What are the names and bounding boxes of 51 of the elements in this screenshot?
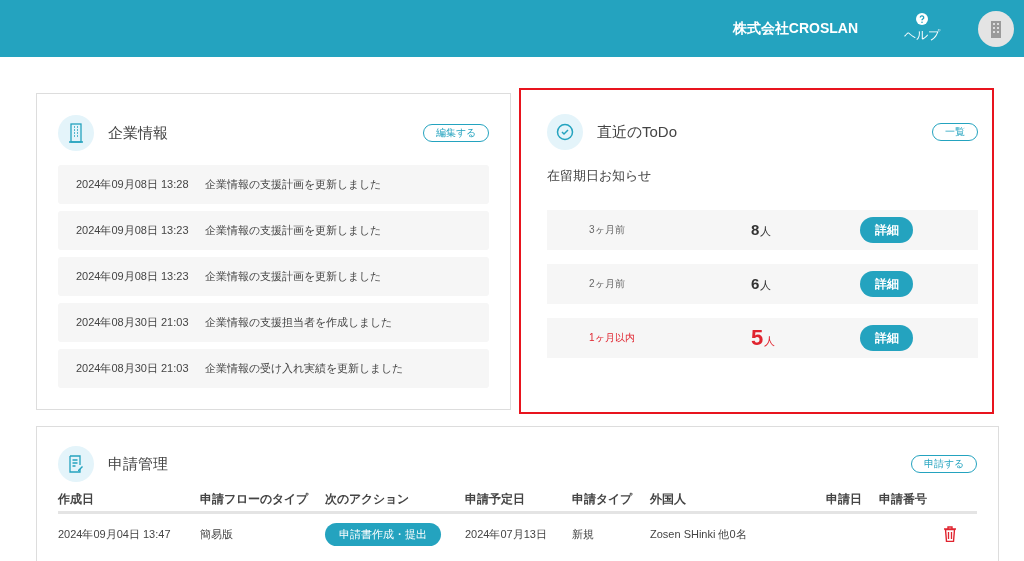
log-time: 2024年08月30日 21:03 [76,315,189,330]
building-icon [69,123,83,143]
building-icon [990,19,1002,38]
column-header: 作成日 [58,491,95,508]
log-time: 2024年09月08日 13:28 [76,177,189,192]
log-message: 企業情報の支援計画を更新しました [204,223,381,238]
log-time: 2024年09月08日 13:23 [76,223,189,238]
table-cell-text: 2024年09月04日 13:47 [58,526,172,542]
column-header: 申請番号 [879,491,928,508]
count-value: 6 [751,275,760,292]
column-header: 申請日 [826,491,863,508]
outline-button[interactable]: 一覧 [932,123,978,141]
count-unit: 人 [760,224,772,239]
card-title: 企業情報 [108,123,168,143]
count-unit: 人 [760,278,772,293]
detail-button[interactable]: 詳細 [860,217,913,243]
log-time: 2024年08月30日 21:03 [76,361,189,376]
section-subtitle: 在留期日お知らせ [547,167,652,185]
column-header: 申請タイプ [572,491,634,508]
check-circle-icon [556,123,574,141]
count-unit: 人 [764,334,776,349]
log-message: 企業情報の支援計画を更新しました [204,177,381,192]
table-cell-text: Zosen SHinki 他0名 [650,526,748,542]
outline-button[interactable]: 申請する [911,455,977,473]
period-label: 1ヶ月以内 [589,331,636,345]
table-cell-text: 2024年07月13日 [465,526,548,542]
detail-button[interactable]: 詳細 [860,325,913,351]
period-label: 2ヶ月前 [589,277,626,291]
help-link[interactable]: ヘルプ [904,27,940,44]
trash-icon[interactable] [943,526,957,542]
table-cell-text: 新規 [572,526,595,542]
column-header: 申請予定日 [465,491,526,508]
detail-button[interactable]: 詳細 [860,271,913,297]
column-header: 次のアクション [325,491,410,508]
count-value: 8 [751,221,760,238]
count-value: 5 [751,325,764,351]
card-title: 申請管理 [108,454,168,474]
log-time: 2024年09月08日 13:23 [76,269,189,284]
help-icon [916,13,928,25]
document-edit-icon [68,455,84,473]
company-name: 株式会社CROSLAN [732,19,858,38]
column-header: 外国人 [650,491,687,508]
action-button[interactable]: 申請書作成・提出 [325,522,441,546]
table-cell-text: 簡易版 [200,526,234,542]
outline-button[interactable]: 編集する [423,124,489,142]
log-message: 企業情報の支援計画を更新しました [204,269,381,284]
period-label: 3ヶ月前 [589,223,626,237]
card-title: 直近のToDo [597,122,678,142]
log-message: 企業情報の支援担当者を作成しました [204,315,392,330]
column-header: 申請フローのタイプ [200,491,310,508]
log-message: 企業情報の受け入れ実績を更新しました [204,361,403,376]
